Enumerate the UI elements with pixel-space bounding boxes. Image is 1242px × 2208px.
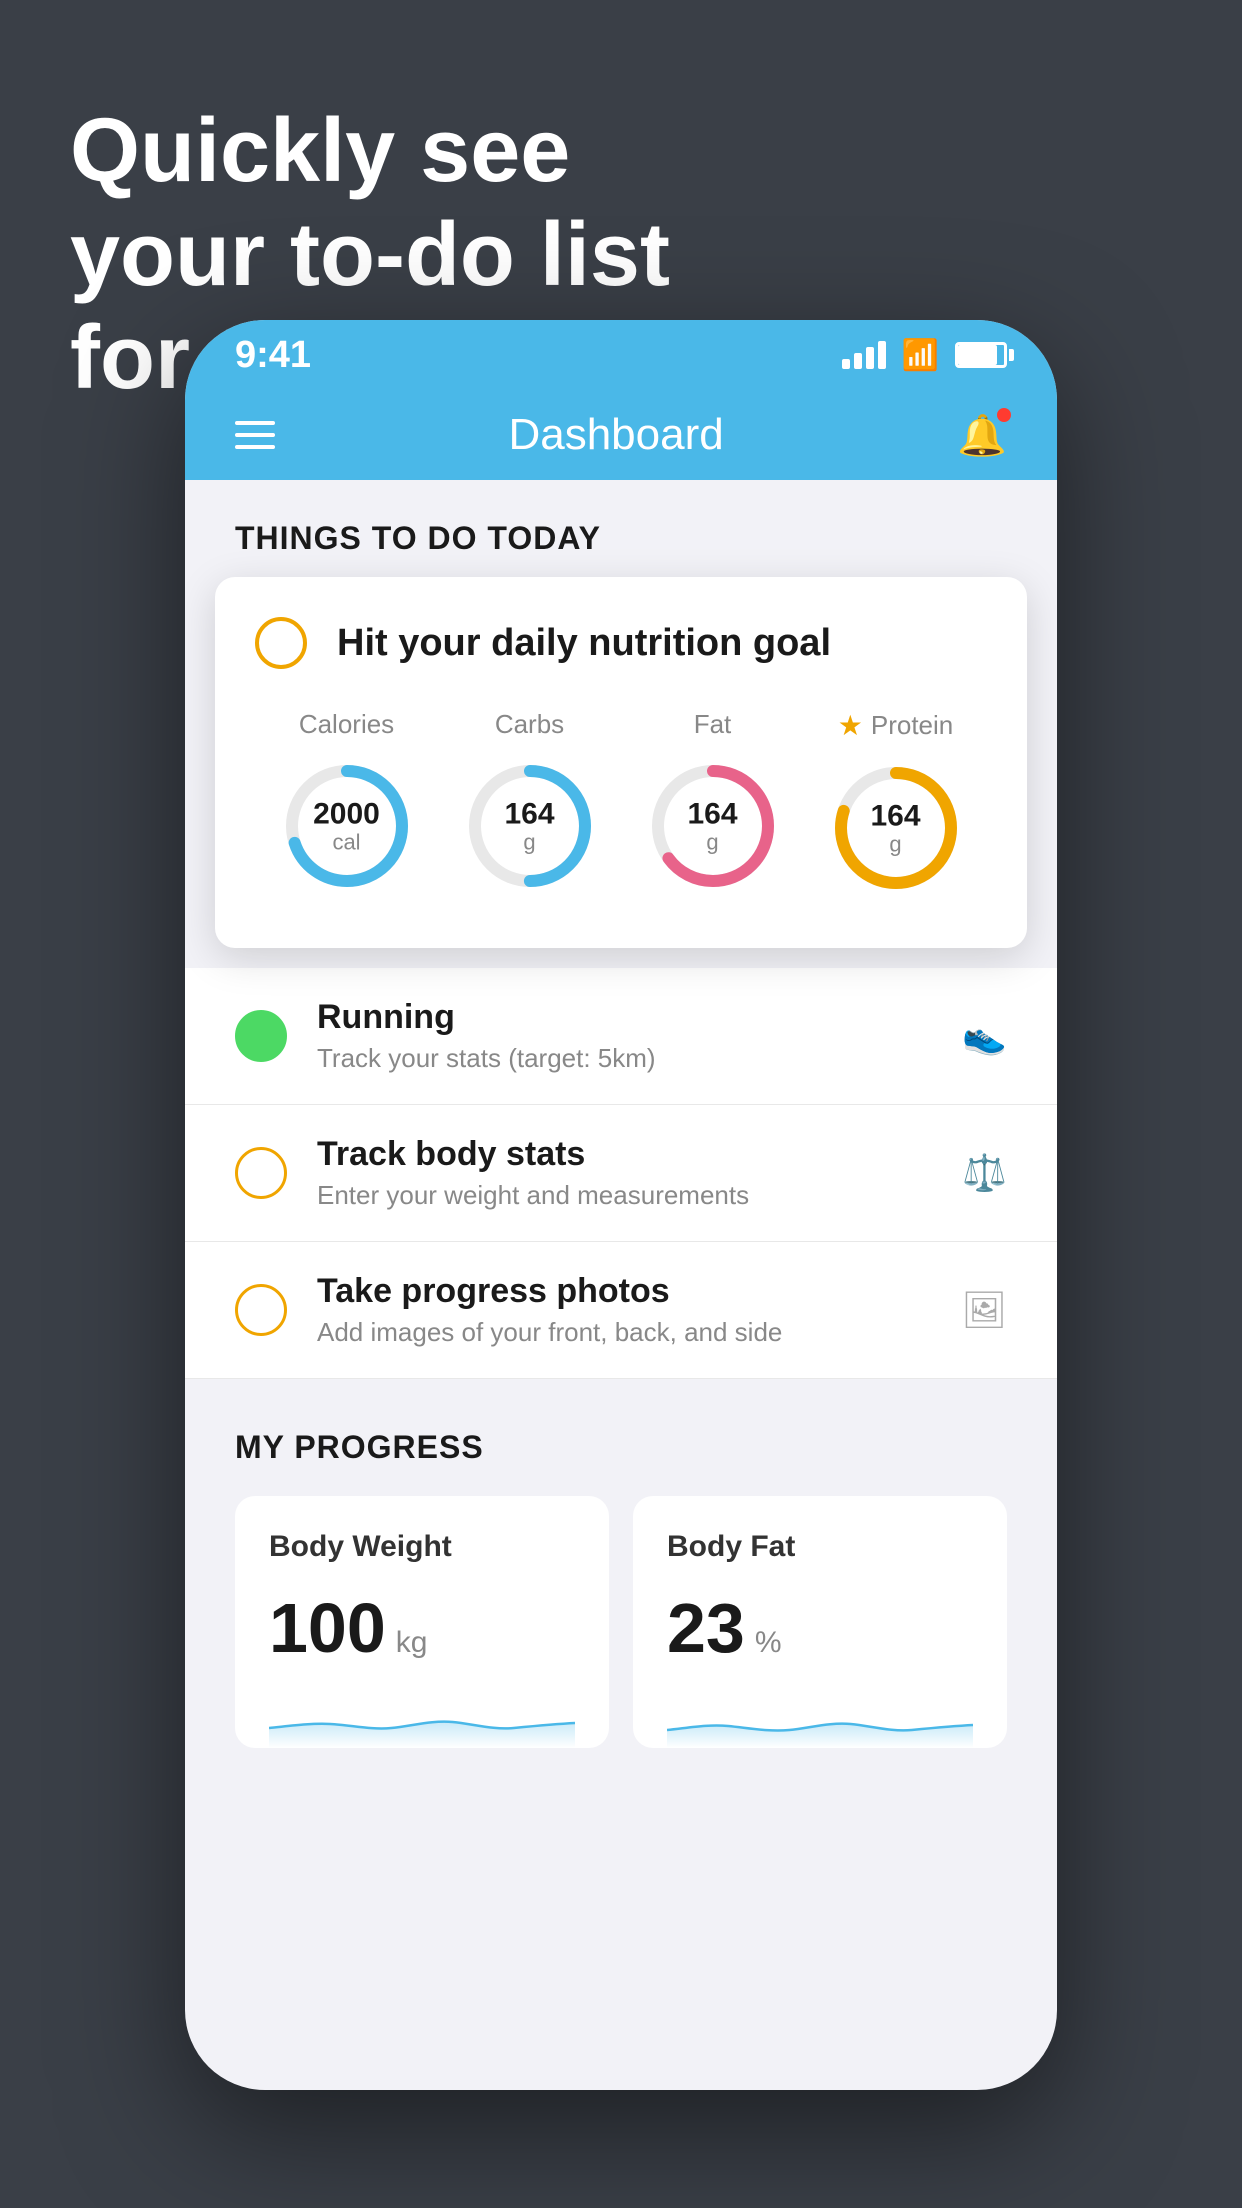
- fat-donut: 164 g: [643, 756, 783, 896]
- body-weight-unit: kg: [396, 1626, 428, 1660]
- nav-title: Dashboard: [508, 410, 723, 460]
- todo-text-body-stats: Track body stats Enter your weight and m…: [317, 1135, 932, 1211]
- nutrition-card-header: Hit your daily nutrition goal: [255, 617, 987, 669]
- bell-notification-dot: [997, 408, 1011, 422]
- todo-item-running[interactable]: Running Track your stats (target: 5km) 👟: [185, 968, 1057, 1105]
- carbs-donut: 164 g: [460, 756, 600, 896]
- macro-fat: Fat 164 g: [643, 709, 783, 896]
- body-weight-value-row: 100 kg: [269, 1588, 575, 1668]
- my-progress-title: MY PROGRESS: [235, 1429, 1007, 1466]
- app-content: THINGS TO DO TODAY Hit your daily nutrit…: [185, 480, 1057, 1788]
- calories-value-center: 2000 cal: [313, 797, 380, 854]
- todo-name-photos: Take progress photos: [317, 1272, 931, 1311]
- calories-donut: 2000 cal: [277, 756, 417, 896]
- person-icon: 🖼: [961, 1289, 1007, 1331]
- protein-value-center: 164 g: [870, 799, 920, 856]
- fat-value-center: 164 g: [687, 797, 737, 854]
- nav-bar: Dashboard 🔔: [185, 390, 1057, 480]
- nutrition-card-title: Hit your daily nutrition goal: [337, 622, 831, 665]
- macro-row: Calories 2000 cal Carbs: [255, 709, 987, 898]
- status-icons: 📶: [842, 338, 1007, 373]
- todo-circle-running: [235, 1010, 287, 1062]
- progress-cards-row: Body Weight 100 kg: [235, 1496, 1007, 1748]
- todo-desc-body-stats: Enter your weight and measurements: [317, 1180, 932, 1211]
- todo-list: Running Track your stats (target: 5km) 👟…: [185, 968, 1057, 1379]
- todo-text-photos: Take progress photos Add images of your …: [317, 1272, 931, 1348]
- todo-text-running: Running Track your stats (target: 5km): [317, 998, 932, 1074]
- bell-icon[interactable]: 🔔: [957, 412, 1007, 459]
- body-fat-card[interactable]: Body Fat 23 %: [633, 1496, 1007, 1748]
- todo-desc-photos: Add images of your front, back, and side: [317, 1317, 931, 1348]
- headline-line2: your to-do list: [70, 205, 670, 305]
- wifi-icon: 📶: [902, 338, 939, 373]
- body-fat-unit: %: [755, 1626, 782, 1660]
- macro-carbs-label: Carbs: [495, 709, 564, 740]
- battery-icon: [955, 342, 1007, 368]
- headline-line1: Quickly see: [70, 101, 570, 201]
- carbs-value-center: 164 g: [504, 797, 554, 854]
- body-fat-chart: [667, 1688, 973, 1748]
- my-progress-section: MY PROGRESS Body Weight 100 kg: [185, 1379, 1057, 1788]
- protein-donut: 164 g: [826, 758, 966, 898]
- todo-item-photos[interactable]: Take progress photos Add images of your …: [185, 1242, 1057, 1379]
- macro-calories: Calories 2000 cal: [277, 709, 417, 896]
- macro-calories-label: Calories: [299, 709, 394, 740]
- star-icon: ★: [838, 709, 863, 742]
- scale-icon: ⚖️: [962, 1152, 1007, 1194]
- todo-circle-body-stats: [235, 1147, 287, 1199]
- status-bar: 9:41 📶: [185, 320, 1057, 390]
- nutrition-card[interactable]: Hit your daily nutrition goal Calories 2…: [215, 577, 1027, 948]
- body-weight-card[interactable]: Body Weight 100 kg: [235, 1496, 609, 1748]
- macro-protein: ★ Protein 164 g: [826, 709, 966, 898]
- things-to-do-title: THINGS TO DO TODAY: [235, 520, 601, 556]
- nutrition-check-circle[interactable]: [255, 617, 307, 669]
- macro-protein-label: ★ Protein: [838, 709, 954, 742]
- body-weight-value: 100: [269, 1588, 386, 1668]
- macro-fat-label: Fat: [694, 709, 732, 740]
- body-fat-card-title: Body Fat: [667, 1530, 973, 1564]
- status-time: 9:41: [235, 334, 311, 377]
- body-weight-card-title: Body Weight: [269, 1530, 575, 1564]
- signal-icon: [842, 341, 886, 369]
- todo-name-running: Running: [317, 998, 932, 1037]
- hamburger-icon[interactable]: [235, 421, 275, 449]
- todo-item-body-stats[interactable]: Track body stats Enter your weight and m…: [185, 1105, 1057, 1242]
- todo-name-body-stats: Track body stats: [317, 1135, 932, 1174]
- macro-carbs: Carbs 164 g: [460, 709, 600, 896]
- shoe-icon: 👟: [962, 1015, 1007, 1057]
- things-to-do-section-header: THINGS TO DO TODAY: [185, 480, 1057, 577]
- todo-circle-photos: [235, 1284, 287, 1336]
- body-weight-chart: [269, 1688, 575, 1748]
- body-fat-value-row: 23 %: [667, 1588, 973, 1668]
- phone-mockup: 9:41 📶 Dashboard 🔔: [185, 320, 1057, 2090]
- body-fat-value: 23: [667, 1588, 745, 1668]
- todo-desc-running: Track your stats (target: 5km): [317, 1043, 932, 1074]
